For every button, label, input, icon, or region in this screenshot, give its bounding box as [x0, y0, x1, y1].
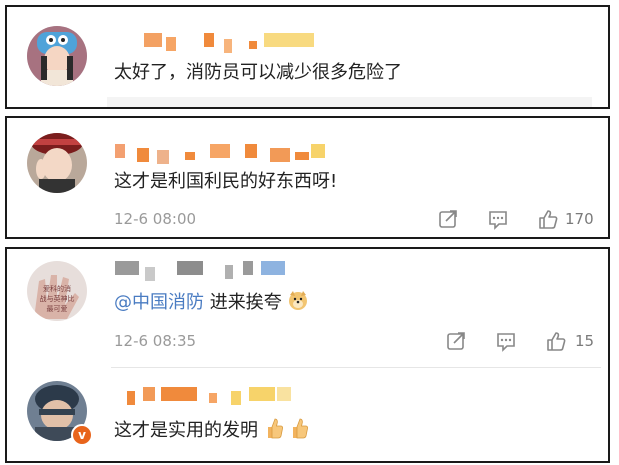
comment-card-3: 爱科的消 战与英神比 最可爱 @中国消防 进来挨夸 12-6 08:35 15: [5, 247, 610, 463]
verified-badge: v: [71, 424, 93, 446]
comment-text: @中国消防 进来挨夸: [114, 289, 309, 317]
avatar[interactable]: [27, 26, 87, 86]
comment-card-1: 太好了，消防员可以减少很多危险了: [5, 5, 610, 109]
thumbs-up-icon[interactable]: [545, 330, 567, 352]
like-count: 170: [565, 210, 594, 228]
mention-link[interactable]: @中国消防: [114, 292, 204, 313]
share-icon[interactable]: [437, 208, 459, 230]
comment-icon[interactable]: [487, 208, 509, 230]
username-redacted[interactable]: [144, 33, 314, 53]
timestamp: 12-6 08:00: [114, 210, 197, 228]
svg-text:爱科的消: 爱科的消: [43, 284, 71, 293]
comment-body: 这才是实用的发明: [114, 420, 258, 441]
avatar[interactable]: 爱科的消 战与英神比 最可爱: [27, 261, 87, 321]
comment-divider: [111, 367, 601, 368]
username-redacted[interactable]: [115, 261, 295, 281]
comment-actions: 170: [437, 208, 602, 232]
thumbs-up-emoji: [264, 417, 284, 445]
username-redacted[interactable]: [115, 144, 325, 164]
avatar[interactable]: [27, 133, 87, 193]
username-redacted[interactable]: [127, 387, 292, 405]
thumbs-up-icon[interactable]: [537, 208, 559, 230]
thumbs-up-emoji: [289, 417, 309, 445]
share-icon[interactable]: [445, 330, 467, 352]
comment-icon[interactable]: [495, 330, 517, 352]
svg-text:战与英神比: 战与英神比: [40, 294, 75, 303]
comment-body: 进来挨夸: [204, 292, 282, 313]
comment-actions: 15: [445, 330, 605, 354]
like-count: 15: [575, 332, 595, 350]
comment-text: 这才是利国利民的好东西呀!: [114, 171, 338, 192]
cropped-footer: [107, 97, 592, 107]
timestamp: 12-6 08:35: [114, 332, 197, 350]
svg-text:最可爱: 最可爱: [47, 305, 68, 313]
doge-emoji: [287, 289, 309, 317]
comment-card-2: 这才是利国利民的好东西呀! 12-6 08:00 170: [5, 116, 610, 239]
comment-text: 太好了，消防员可以减少很多危险了: [114, 62, 402, 83]
comment-text: 这才是实用的发明: [114, 417, 309, 445]
